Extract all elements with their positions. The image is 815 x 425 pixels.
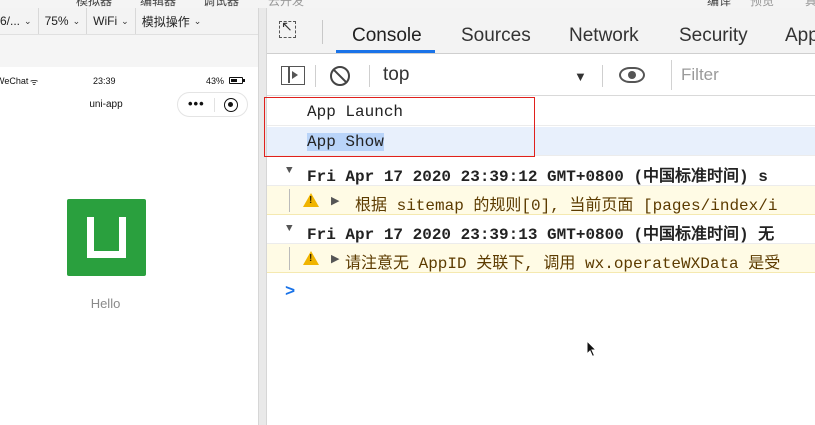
console-group-text: Fri Apr 17 2020 23:39:13 GMT+0800 (中国标准时…: [307, 226, 775, 244]
clear-console-icon[interactable]: [330, 66, 350, 86]
mouse-cursor-icon: [586, 340, 598, 358]
battery-percent: 43%: [206, 76, 225, 86]
chevron-down-icon: ⌄: [121, 15, 129, 26]
expand-arrow-icon[interactable]: ▶: [331, 252, 339, 266]
dropdown-arrow-icon[interactable]: ▼: [574, 69, 587, 84]
toolbar-separator: [369, 65, 370, 87]
status-time: 23:39: [93, 76, 116, 86]
console-warning-text: 请注意无 AppID 关联下, 调用 wx.operateWXData 是受: [345, 255, 781, 273]
wifi-icon: ᯤ: [30, 77, 39, 87]
expand-triangle-icon[interactable]: ▼: [286, 165, 293, 177]
console-toolbar: top ▼: [267, 54, 815, 96]
console-warning-row[interactable]: ▶ 请注意无 AppID 关联下, 调用 wx.operateWXData 是受: [267, 244, 815, 273]
tab-app[interactable]: App: [785, 25, 815, 47]
filter-input[interactable]: [671, 60, 815, 90]
logo-glyph: [87, 217, 126, 258]
device-select[interactable]: 6/... ⌄: [0, 8, 39, 34]
zoom-value: 75%: [44, 14, 69, 28]
sidebar-toggle-icon[interactable]: [281, 66, 305, 85]
console-group-header[interactable]: ▼ Fri Apr 17 2020 23:39:13 GMT+0800 (中国标…: [267, 215, 815, 244]
panel-resize-handle[interactable]: [258, 8, 267, 425]
menu-item-preview[interactable]: 预览: [750, 0, 774, 8]
tab-sources[interactable]: Sources: [461, 25, 531, 47]
menu-item-cloud[interactable]: 云开发: [268, 0, 304, 8]
status-bar: WeChat ᯤ 23:39 43%: [0, 67, 258, 89]
network-value: WiFi: [93, 14, 118, 28]
menu-item-compile[interactable]: 编译: [707, 0, 731, 8]
toolbar-separator: [602, 65, 603, 87]
toolbar-separator: [315, 65, 316, 87]
tab-security[interactable]: Security: [679, 25, 748, 47]
more-icon[interactable]: •••: [188, 96, 205, 111]
menu-capsule: •••: [177, 92, 248, 117]
tab-separator: [322, 20, 323, 44]
console-line-selected: App Show: [267, 127, 815, 156]
top-menu-strip: 模拟器 编辑器 调试器 云开发 编译 预览 真: [0, 0, 815, 8]
hello-text: Hello: [90, 296, 121, 311]
menu-item-real-device[interactable]: 真: [805, 0, 815, 8]
live-expression-eye-icon[interactable]: [619, 67, 645, 83]
simulator-gap: [0, 35, 258, 67]
devtools-tabbar: Console Sources Network Security App: [267, 8, 815, 54]
group-bracket: [289, 247, 294, 270]
console-warning-text: 根据 sitemap 的规则[0], 当前页面 [pages/index/i: [355, 197, 778, 215]
battery-tip: [243, 79, 245, 82]
warning-icon: [303, 193, 319, 207]
menu-item-simulator[interactable]: 模拟器: [76, 0, 112, 8]
zoom-select[interactable]: 75% ⌄: [39, 8, 88, 34]
chevron-down-icon: ⌄: [72, 15, 81, 26]
console-group-header[interactable]: ▼ Fri Apr 17 2020 23:39:12 GMT+0800 (中国标…: [267, 157, 815, 186]
battery-icon: [229, 77, 243, 84]
group-bracket: [289, 189, 294, 212]
console-warning-row[interactable]: ▶ 根据 sitemap 的规则[0], 当前页面 [pages/index/i: [267, 186, 815, 215]
operations-value: 模拟操作: [141, 14, 190, 29]
chevron-down-icon: ⌄: [24, 15, 32, 26]
app-logo: [67, 199, 146, 276]
console-group-text: Fri Apr 17 2020 23:39:12 GMT+0800 (中国标准时…: [307, 168, 768, 186]
context-selector[interactable]: top: [383, 64, 409, 86]
inspect-element-icon[interactable]: [279, 18, 296, 38]
tab-network[interactable]: Network: [569, 25, 639, 47]
console-output: App Launch App Show ▼ Fri Apr 17 2020 23…: [267, 97, 815, 425]
network-select[interactable]: WiFi ⌄: [87, 8, 136, 34]
console-prompt[interactable]: >: [285, 283, 295, 302]
carrier-label: WeChat: [0, 76, 29, 86]
tab-console[interactable]: Console: [352, 25, 422, 47]
console-line-text: App Show: [307, 133, 384, 151]
console-line-text: App Launch: [307, 103, 404, 121]
phone-screen: WeChat ᯤ 23:39 43% uni-app ••• Hello: [0, 67, 258, 425]
operations-select[interactable]: 模拟操作 ⌄: [136, 8, 208, 34]
close-miniprogram-icon[interactable]: [224, 98, 238, 112]
console-line: App Launch: [267, 97, 815, 126]
warning-icon: [303, 251, 319, 265]
expand-arrow-icon[interactable]: ▶: [331, 194, 339, 208]
chevron-down-icon: ⌄: [193, 15, 202, 26]
device-value: 6/...: [0, 14, 21, 28]
menu-item-debugger[interactable]: 调试器: [203, 0, 239, 8]
active-tab-indicator: [336, 50, 435, 53]
expand-triangle-icon[interactable]: ▼: [286, 223, 293, 235]
simulator-toolbar: 6/... ⌄ 75% ⌄ WiFi ⌄ 模拟操作 ⌄: [0, 8, 258, 35]
capsule-divider: [214, 98, 215, 112]
menu-item-editor[interactable]: 编辑器: [140, 0, 176, 8]
devtools-panel: Console Sources Network Security App top…: [267, 8, 815, 425]
